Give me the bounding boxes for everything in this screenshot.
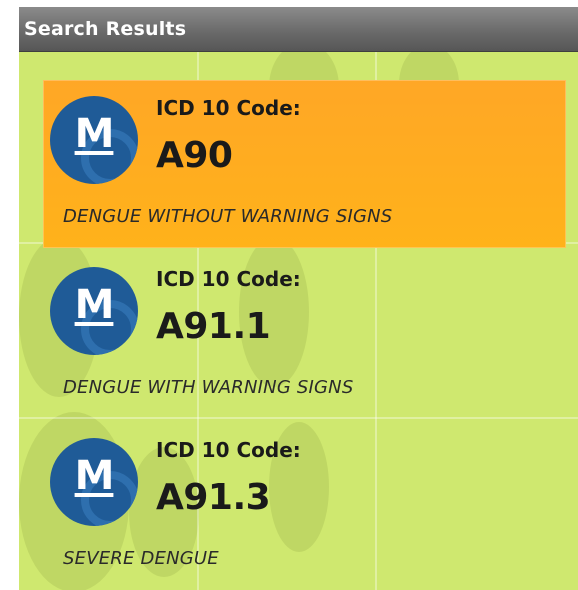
diagnosis-description: SEVERE DENGUE xyxy=(63,548,219,569)
code-label: ICD 10 Code: xyxy=(156,96,301,120)
avatar-letter: M xyxy=(74,282,115,328)
m-logo-icon: M xyxy=(50,96,138,184)
m-logo-icon: M xyxy=(50,267,138,355)
icd-code: A91.3 xyxy=(156,477,271,518)
m-logo-icon: M xyxy=(50,438,138,526)
list-item[interactable]: M ICD 10 Code: A90 DENGUE WITHOUT WARNIN… xyxy=(43,80,566,248)
diagnosis-description: DENGUE WITHOUT WARNING SIGNS xyxy=(63,206,393,227)
avatar-letter: M xyxy=(74,453,115,499)
avatar-letter: M xyxy=(74,111,115,157)
page-title: Search Results xyxy=(24,18,187,40)
list-item[interactable]: M ICD 10 Code: A91.3 SEVERE DENGUE xyxy=(43,422,566,590)
code-label: ICD 10 Code: xyxy=(156,267,301,291)
icd-code: A91.1 xyxy=(156,306,271,347)
title-bar: Search Results xyxy=(19,7,578,52)
list-item[interactable]: M ICD 10 Code: A91.1 DENGUE WITH WARNING… xyxy=(43,251,566,419)
code-label: ICD 10 Code: xyxy=(156,438,301,462)
diagnosis-description: DENGUE WITH WARNING SIGNS xyxy=(63,377,354,398)
results-panel[interactable]: M ICD 10 Code: A90 DENGUE WITHOUT WARNIN… xyxy=(19,52,578,590)
app-screen: Search Results M ICD 10 Code: A90 DENGUE… xyxy=(19,7,578,590)
icd-code: A90 xyxy=(156,135,233,176)
